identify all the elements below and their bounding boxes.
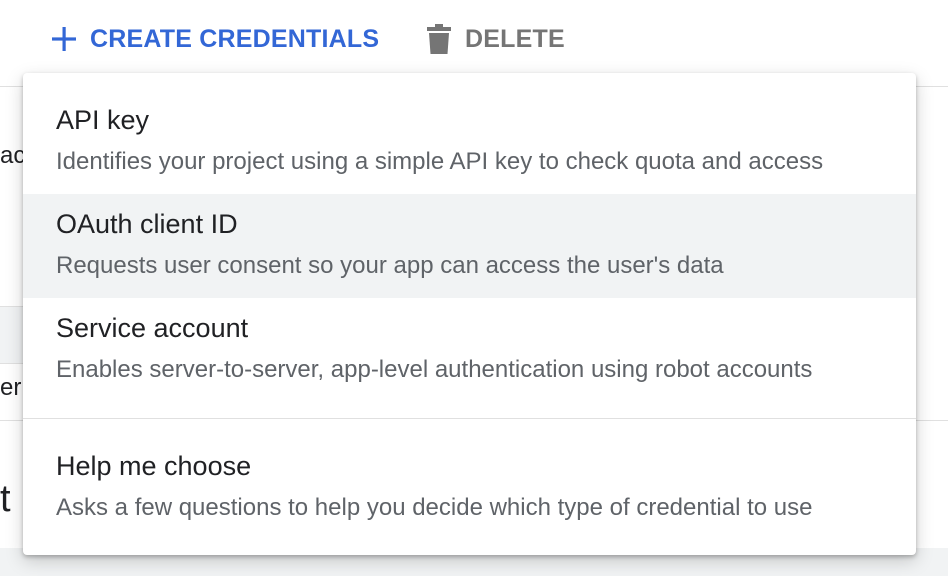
menu-item-service-account[interactable]: Service account Enables server-to-server… [23,298,916,402]
delete-label: DELETE [465,24,565,53]
menu-item-oauth-client-id[interactable]: OAuth client ID Requests user consent so… [23,194,916,298]
menu-divider [23,418,916,419]
plus-icon [52,27,76,51]
delete-button[interactable]: DELETE [426,22,565,56]
menu-item-description: Requests user consent so your app can ac… [56,252,724,279]
create-credentials-button[interactable]: CREATE CREDENTIALS [52,22,379,56]
menu-item-description: Identifies your project using a simple A… [56,148,824,175]
trash-icon [426,24,452,54]
toolbar: CREATE CREDENTIALS DELETE [0,0,948,80]
menu-item-help-me-choose[interactable]: Help me choose Asks a few questions to h… [23,436,916,540]
background-text-fragment: ac [0,142,26,169]
menu-item-title: Service account [56,313,249,343]
menu-item-title: Help me choose [56,451,252,481]
menu-item-api-key[interactable]: API key Identifies your project using a … [23,90,916,194]
create-credentials-label: CREATE CREDENTIALS [90,24,380,53]
menu-item-description: Asks a few questions to help you decide … [56,494,813,521]
menu-item-title: API key [56,105,150,135]
create-credentials-menu: API key Identifies your project using a … [23,73,916,555]
menu-item-title: OAuth client ID [56,209,238,239]
menu-item-description: Enables server-to-server, app-level auth… [56,356,813,383]
background-text-fragment: er [0,374,22,401]
